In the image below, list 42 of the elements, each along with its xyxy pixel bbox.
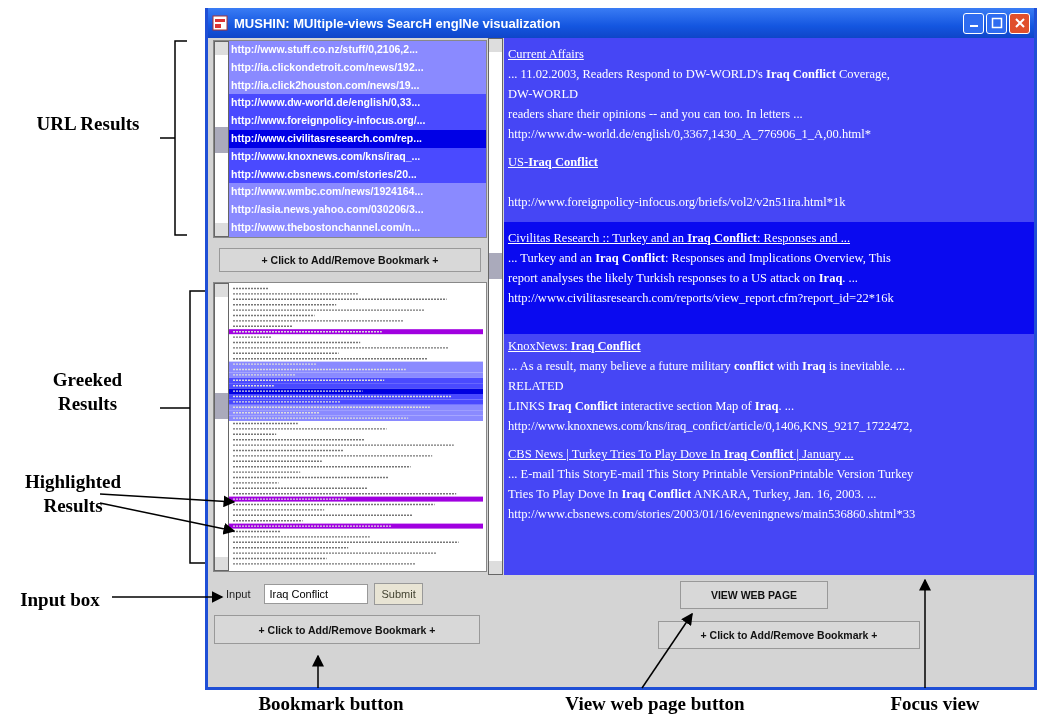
- close-icon: [1013, 17, 1026, 29]
- annotation-label: URL Results: [35, 112, 141, 136]
- bookmark-button[interactable]: + Click to Add/Remove Bookmark +: [214, 615, 480, 644]
- annotation-label: Input box: [19, 588, 101, 612]
- scrollbar[interactable]: [214, 41, 229, 237]
- result-snippet: ... As a result, many believe a future military conflict with Iraq is inevitable. ... RELATED LINKS Iraq Conflict interactive section Map of Iraq. ...: [508, 358, 907, 415]
- result-title-link[interactable]: CBS News | Turkey Tries To Play Dove In Iraq Conflict | January ...: [508, 444, 854, 464]
- scrollbar[interactable]: [214, 283, 229, 571]
- result-url: http://www.cbsnews.com/stories/2003/01/16/eveningnews/main536860.shtml*33: [508, 506, 917, 523]
- result-snippet: ... Turkey and an Iraq Conflict: Responses and Implications Overview, This report analyses the likely Turkish responses to a US attack on Iraq. ...: [508, 250, 892, 287]
- result-title-link[interactable]: Civilitas Research :: Turkey and an Iraq Conflict: Responses and ...: [508, 228, 850, 248]
- result-url: http://www.civilitasresearch.com/reports/view_report.cfm?report_id=22*16k: [508, 290, 895, 307]
- maximize-icon: [990, 17, 1003, 29]
- annotation-label: Focus view: [889, 692, 981, 716]
- annotation-label: Greeked Results: [51, 368, 124, 416]
- bookmark-button[interactable]: + Click to Add/Remove Bookmark +: [219, 248, 481, 272]
- view-web-page-button[interactable]: VIEW WEB PAGE: [680, 581, 828, 609]
- result-snippet: ... E-mail This StoryE-mail This Story Printable VersionPrintable Version Turkey Tries To Play Dove In Iraq Conflict ANKARA, Turkey, Jan. 16, 2003. ...: [508, 466, 915, 503]
- minimize-button[interactable]: [963, 12, 984, 34]
- pointer-arrow: [312, 654, 324, 689]
- input-label: Input: [226, 588, 251, 600]
- annotation-label: Highlighted Results: [23, 470, 123, 518]
- window-title: MUSHIN: MUltiple-views SearcH engINe visualization: [234, 15, 561, 31]
- close-button[interactable]: [1009, 12, 1030, 34]
- url-result-item[interactable]: http://www.dw-world.de/english/0,33...: [229, 94, 486, 113]
- submit-button[interactable]: Submit: [374, 583, 423, 605]
- bookmark-button[interactable]: + Click to Add/Remove Bookmark +: [658, 621, 920, 649]
- input-field[interactable]: Iraq Conflict: [264, 584, 369, 604]
- result-url: http://www.foreignpolicy-infocus.org/briefs/vol2/v2n51ira.html*1k: [508, 194, 847, 211]
- result-url: http://www.dw-world.de/english/0,3367,1430_A_776906_1_A,00.html*: [508, 126, 873, 143]
- result-title-link[interactable]: US-Iraq Conflict: [508, 152, 598, 172]
- annotation-label: View web page button: [564, 692, 746, 716]
- result-snippet: ... 11.02.2003, Readers Respond to DW-WORLD's Iraq Conflict Coverage, DW-WORLD readers share their opinions -- and you can too. In letters ...: [508, 66, 891, 123]
- maximize-button[interactable]: [986, 12, 1007, 34]
- url-result-item[interactable]: http://www.foreignpolicy-infocus.org/...: [229, 112, 486, 130]
- result-title-link[interactable]: Current Affairs: [508, 44, 584, 64]
- annotation-label: Bookmark button: [257, 692, 405, 716]
- minimize-icon: [969, 25, 978, 27]
- result-url: http://www.knoxnews.com/kns/iraq_confict/article/0,1406,KNS_9217_1722472,: [508, 418, 914, 435]
- app-icon: [212, 15, 228, 31]
- result-title-link[interactable]: KnoxNews: Iraq Conflict: [508, 336, 641, 356]
- scrollbar[interactable]: [488, 38, 503, 575]
